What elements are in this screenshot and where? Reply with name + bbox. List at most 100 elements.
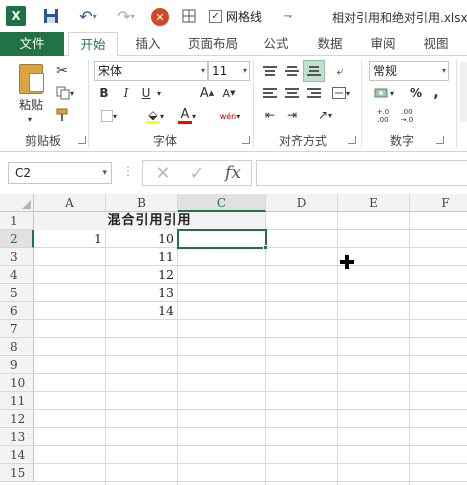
wrap-text-icon[interactable]: ⤶ [330, 62, 350, 80]
column-header-c[interactable]: C [178, 194, 266, 212]
tab-formulas[interactable]: 公式 [258, 32, 294, 56]
font-size-select[interactable]: 11 ▾ [208, 61, 250, 81]
undo-icon[interactable]: ↶ ▾ [74, 6, 102, 26]
cell-b6[interactable]: 14 [106, 302, 177, 320]
italic-button[interactable]: I [118, 85, 134, 101]
close-workbook-icon[interactable]: ✕ [151, 8, 169, 26]
formula-input[interactable] [256, 160, 467, 186]
decrease-decimal-button[interactable]: .00 →.0 [396, 106, 418, 126]
tab-review[interactable]: 审阅 [365, 32, 401, 56]
number-format-select[interactable]: 常规 ▾ [369, 61, 449, 81]
align-middle-icon[interactable] [282, 62, 302, 80]
align-left-icon[interactable] [260, 84, 280, 102]
tab-page-layout[interactable]: 页面布局 [183, 32, 243, 56]
tab-file[interactable]: 文件 [0, 32, 64, 56]
font-color-label: A [180, 107, 190, 122]
row-header-9[interactable]: 9 [0, 356, 34, 374]
paste-label[interactable]: 粘贴 [16, 96, 46, 112]
font-size-value: 11 [212, 64, 228, 78]
row-header-4[interactable]: 4 [0, 266, 34, 284]
cancel-icon[interactable]: ✕ [149, 161, 177, 185]
row-header-1[interactable]: 1 [0, 212, 34, 230]
shrink-font-label: A [222, 86, 231, 100]
gridlines-checkbox[interactable]: ✓ 网格线 [209, 6, 289, 26]
group-number-label: 数字 [389, 134, 414, 148]
select-all-button[interactable] [0, 194, 34, 212]
paste-dropdown-icon[interactable]: ▾ [22, 114, 38, 124]
tab-data[interactable]: 数据 [312, 32, 348, 56]
number-launcher-icon[interactable] [436, 136, 444, 144]
row-header-3[interactable]: 3 [0, 248, 34, 266]
fill-color-button[interactable]: ⬙ ▾ [140, 106, 170, 126]
grow-font-button[interactable]: A ▲ [198, 85, 216, 101]
cell-b4[interactable]: 12 [106, 266, 177, 284]
row-header-15[interactable]: 15 [0, 464, 34, 482]
font-color-button[interactable]: A ▾ [172, 106, 202, 126]
insert-function-icon[interactable]: fx [219, 161, 247, 185]
row-header-7[interactable]: 7 [0, 320, 34, 338]
active-cell-c2[interactable] [177, 229, 267, 249]
decrease-indent-icon[interactable]: ⇤ [260, 106, 280, 124]
column-header-a[interactable]: A [34, 194, 106, 212]
orientation-icon[interactable]: ↗ ▾ [312, 106, 338, 124]
row-header-10[interactable]: 10 [0, 374, 34, 392]
name-box[interactable]: C2 ▾ [8, 162, 112, 184]
percent-button[interactable]: % [408, 84, 424, 102]
gridlines-label: 网格线 [226, 9, 263, 24]
increase-decimal-button[interactable]: +.0 .00 [372, 106, 394, 126]
excel-logo-icon[interactable]: X [6, 6, 26, 26]
increase-indent-icon[interactable]: ⇥ [282, 106, 302, 124]
cell-a2[interactable]: 1 [34, 230, 105, 248]
row-header-12[interactable]: 12 [0, 410, 34, 428]
cell-b2[interactable]: 10 [106, 230, 177, 248]
column-header-f[interactable]: F [410, 194, 467, 212]
row-header-6[interactable]: 6 [0, 302, 34, 320]
clipboard-launcher-icon[interactable] [78, 136, 86, 144]
font-name-select[interactable]: 宋体 ▾ [94, 61, 208, 81]
tab-home[interactable]: 开始 [68, 32, 118, 57]
redo-icon[interactable]: ↷ ▾ [112, 6, 140, 26]
font-name-value: 宋体 [98, 64, 123, 78]
paste-button[interactable] [16, 62, 46, 96]
copy-icon[interactable]: ▾ [52, 84, 78, 102]
customize-toolbar-icon[interactable]: ⇁ [281, 6, 295, 26]
tab-view[interactable]: 视图 [418, 32, 454, 56]
cut-icon[interactable]: ✂ [52, 62, 72, 80]
font-launcher-icon[interactable] [242, 136, 250, 144]
align-right-icon[interactable] [304, 84, 324, 102]
row-header-5[interactable]: 5 [0, 284, 34, 302]
align-top-icon[interactable] [260, 62, 280, 80]
bold-button[interactable]: B [96, 85, 112, 101]
underline-dropdown-icon[interactable]: ▾ [154, 85, 164, 101]
align-bottom-icon[interactable] [303, 60, 325, 82]
shrink-font-button[interactable]: A ▼ [220, 85, 238, 101]
accounting-format-icon[interactable]: ▾ [370, 84, 398, 102]
comma-button[interactable]: , [430, 84, 442, 102]
column-header-b[interactable]: B [106, 194, 178, 212]
row-header-13[interactable]: 13 [0, 428, 34, 446]
cell-b3[interactable]: 11 [106, 248, 177, 266]
formula-bar-grip-icon[interactable]: ⋮ [122, 164, 134, 178]
row-header-11[interactable]: 11 [0, 392, 34, 410]
border-icon[interactable] [180, 6, 198, 26]
save-icon[interactable] [42, 6, 60, 26]
column-header-e[interactable]: E [338, 194, 410, 212]
tab-insert[interactable]: 插入 [128, 32, 168, 56]
enter-icon[interactable]: ✓ [183, 161, 211, 185]
underline-button[interactable]: U [138, 85, 154, 101]
worksheet-grid[interactable]: A B C D E F 1 2 3 4 5 6 7 8 9 10 11 12 1… [0, 194, 467, 485]
fill-handle[interactable] [263, 245, 268, 250]
column-header-d[interactable]: D [266, 194, 338, 212]
borders-button[interactable]: ▾ [96, 108, 122, 124]
merged-header-cell[interactable]: 混合引用引用 [34, 212, 265, 230]
row-header-14[interactable]: 14 [0, 446, 34, 464]
name-box-value: C2 [15, 166, 32, 180]
row-header-2[interactable]: 2 [0, 230, 34, 248]
row-header-8[interactable]: 8 [0, 338, 34, 356]
cell-b5[interactable]: 13 [106, 284, 177, 302]
align-center-icon[interactable] [282, 84, 302, 102]
phonetic-button[interactable]: wén ▾ [216, 106, 244, 126]
merge-center-icon[interactable]: ▾ [328, 84, 354, 102]
format-painter-icon[interactable] [52, 106, 72, 124]
alignment-launcher-icon[interactable] [348, 136, 356, 144]
